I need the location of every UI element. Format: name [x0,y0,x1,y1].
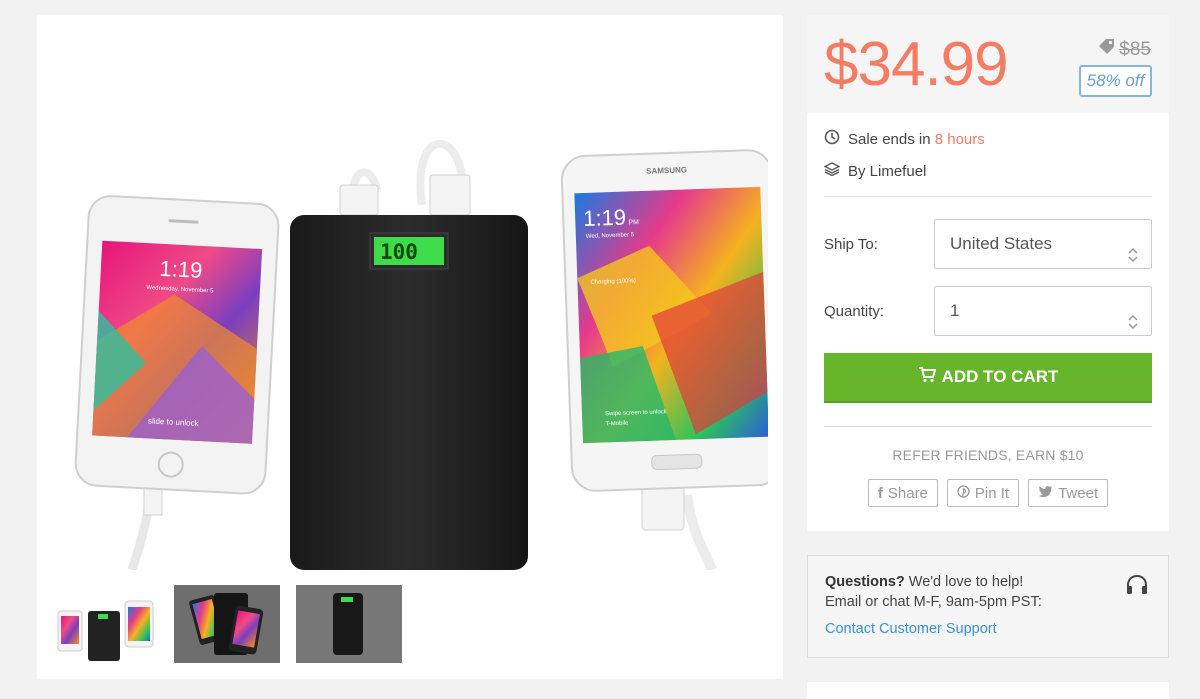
ship-to-label: Ship To: [824,235,878,253]
samsung-carrier-text: T-Mobile [605,421,629,428]
help-hours: Email or chat M-F, 9am-5pm PST: [825,594,1042,610]
quantity-select[interactable]: 1 [934,286,1152,336]
facebook-share-button[interactable]: f Share [867,479,938,507]
thumbnail-2[interactable] [174,585,280,663]
purchase-panel: $34.99 $85 58% off Sale ends in 8 hours … [807,15,1169,531]
facebook-icon: f [877,484,883,502]
pinterest-icon [957,484,970,502]
brand-text[interactable]: By Limefuel [848,163,926,180]
tag-icon [1098,38,1115,61]
battery-display-text: 100 [380,240,418,264]
cart-icon [918,366,936,388]
share-buttons: f Share Pin It Tweet [807,479,1169,507]
contact-support-link[interactable]: Contact Customer Support [825,621,1151,637]
help-box: Questions? We'd love to help! Email or c… [807,555,1169,658]
brand-line: By Limefuel [823,161,1152,181]
select-arrows-icon [1128,302,1138,330]
twitter-tweet-button[interactable]: Tweet [1028,479,1109,507]
quantity-value: 1 [950,301,960,320]
ship-to-select[interactable]: United States [934,219,1152,269]
product-meta: Sale ends in 8 hours By Limefuel [807,113,1169,181]
clock-icon [824,129,840,149]
divider [824,196,1152,197]
iphone-time-text: 1:19 [159,256,203,283]
help-heading: Questions? We'd love to help! [825,574,1151,590]
main-product-image: 1:19 Wednesday, November 5 slide to unlo… [52,15,768,570]
headset-icon [1124,572,1150,598]
next-panel [807,682,1169,699]
ship-to-value: United States [950,234,1053,253]
sale-ends-prefix: Sale ends in [848,130,935,148]
price-row: $34.99 $85 58% off [807,15,1169,113]
original-price: $85 [1098,38,1151,61]
thumbnail-3[interactable] [296,585,402,663]
quantity-row: Quantity: 1 [807,286,1169,336]
refer-text: REFER FRIENDS, EARN $10 [892,447,1084,463]
pinterest-pin-button[interactable]: Pin It [946,479,1020,507]
twitter-tweet-label: Tweet [1058,484,1099,502]
discount-badge: 58% off [1079,65,1152,97]
facebook-share-label: Share [887,484,928,502]
add-to-cart-label: ADD TO CART [941,367,1059,386]
thumbnail-strip [52,585,402,663]
sale-ends-line: Sale ends in 8 hours [824,129,1152,149]
quantity-label: Quantity: [824,302,885,320]
thumbnail-1[interactable] [52,585,158,663]
layers-icon [823,161,841,181]
sale-ends-time: 8 hours [934,130,985,148]
help-line1-rest: We'd love to help! [904,574,1024,590]
original-price-text: $85 [1119,38,1151,60]
divider [824,426,1152,427]
sale-price: $34.99 [824,30,1009,99]
add-to-cart-button[interactable]: ADD TO CART [824,353,1152,403]
help-title: Questions? [825,574,905,590]
ship-to-row: Ship To: United States [807,219,1169,269]
pinterest-pin-label: Pin It [974,484,1010,502]
twitter-icon [1038,485,1053,502]
samsung-time-text: 1:19 [583,205,627,231]
select-arrows-icon [1128,235,1138,263]
product-gallery: 1:19 Wednesday, November 5 slide to unlo… [37,15,783,679]
samsung-pm-text: PM [628,219,639,226]
samsung-brand-text: SAMSUNG [646,165,687,175]
